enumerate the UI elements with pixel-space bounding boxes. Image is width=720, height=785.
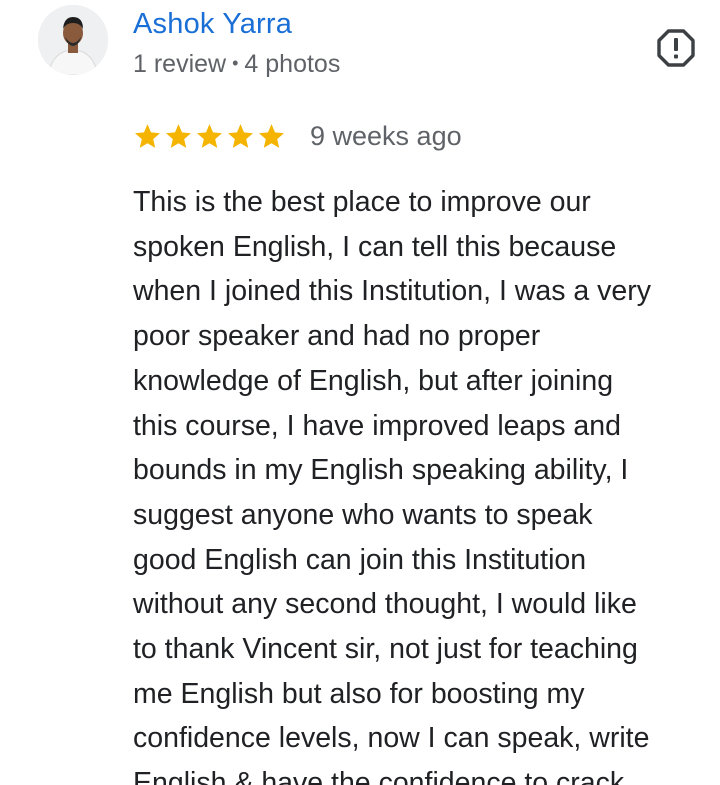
review-date: 9 weeks ago — [310, 120, 462, 151]
review-line: suggest anyone who wants to speak — [133, 498, 593, 531]
review-line: bounds in my English speaking ability, I — [133, 454, 629, 487]
star-rating — [133, 122, 286, 151]
review-line: me English but also for boosting my — [133, 677, 585, 710]
author-meta: 1 review • 4 photos — [133, 50, 340, 79]
report-button[interactable] — [656, 28, 696, 68]
star-icon — [228, 123, 253, 148]
user-photo-icon — [38, 5, 108, 75]
star-icon — [135, 123, 160, 148]
review-line: to thank Vincent sir, not just for teach… — [133, 633, 638, 666]
rating-row: 9 weeks ago — [133, 118, 462, 154]
review-count: 1 review — [133, 50, 227, 78]
review-line: without any second thought, I would like — [133, 588, 637, 621]
review-line: when I joined this Institution, I was a … — [133, 275, 652, 308]
star-icon — [259, 123, 284, 148]
review-line: knowledge of English, but after joining — [133, 364, 614, 397]
review-body: This is the best place to improve our spo… — [133, 180, 720, 785]
star-icon — [197, 123, 222, 148]
author-name[interactable]: Ashok Yarra — [133, 8, 292, 41]
star-icon — [166, 123, 191, 148]
report-flag-icon — [657, 29, 695, 67]
review-line: this course, I have improved leaps and — [133, 409, 621, 442]
review-card: Ashok Yarra 1 review • 4 photos 9 weeks ag… — [0, 0, 720, 785]
review-line: This is the best place to improve our — [133, 186, 591, 218]
meta-separator: • — [232, 53, 239, 73]
review-line: spoken English, I can tell this because — [133, 230, 617, 263]
review-line: poor speaker and had no proper — [133, 320, 541, 353]
review-line: good English can join this Institution — [133, 543, 587, 576]
avatar[interactable] — [38, 5, 108, 75]
photo-count: 4 photos — [244, 50, 341, 78]
review-line: English & have the confidence to crack — [133, 767, 625, 785]
review-line: confidence levels, now I can speak, writ… — [133, 722, 650, 755]
